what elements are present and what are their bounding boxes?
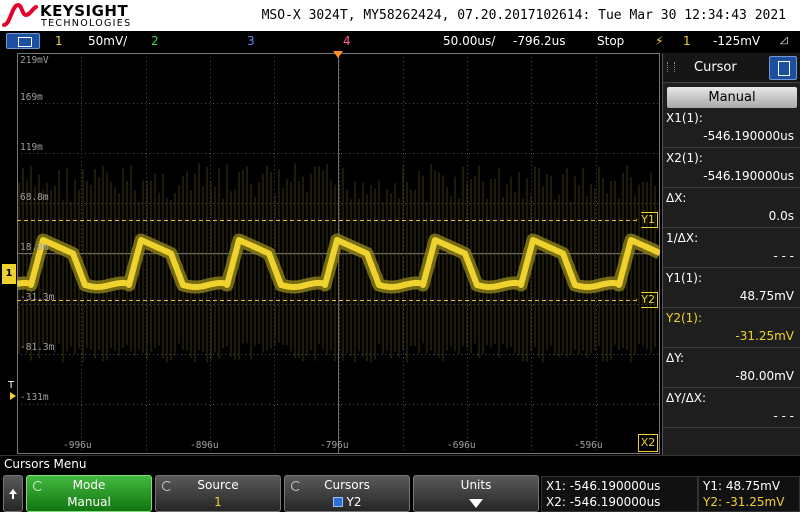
cursor-panel: Cursor Manual X1(1): -546.190000us X2(1)… <box>662 53 800 455</box>
x-tick-label: -996u <box>63 440 92 451</box>
delta-y-row: ΔY: -80.00mV <box>663 348 800 388</box>
submenu-arrow-icon <box>469 499 483 508</box>
delta-y-over-delta-x-row: ΔY/ΔX: - - - <box>663 388 800 428</box>
softkey-value: 1 <box>214 495 222 509</box>
readout-key: X2(1): <box>666 151 703 165</box>
cursors-softkey[interactable]: Cursors Y2 <box>284 475 410 512</box>
trigger-edge-icon: ⚡ <box>655 34 664 48</box>
readout-value: -546.190000us <box>703 169 794 183</box>
readout-key: X1(1): <box>666 111 703 125</box>
brand-subtitle: TECHNOLOGIES <box>41 18 132 29</box>
help-book-icon[interactable] <box>769 56 797 80</box>
keysight-wave-icon <box>2 2 38 27</box>
mode-softkey[interactable]: Mode Manual <box>26 475 152 512</box>
status-bar: 1 50mV/ 2 3 4 50.00us/ -796.2us Stop ⚡ 1… <box>0 31 800 51</box>
readout-value: 0.0s <box>768 209 794 223</box>
readout-key: ΔY/ΔX: <box>666 391 707 405</box>
checkbox-icon <box>332 497 343 507</box>
x2-cursor-tag[interactable]: X2 <box>638 434 658 452</box>
cursor-mode-button[interactable]: Manual <box>667 87 797 108</box>
trigger-position-icon <box>333 51 343 58</box>
ch3-number[interactable]: 3 <box>247 34 255 48</box>
y-tick-label: 18.8m <box>20 242 49 253</box>
x-tick-label: -796u <box>320 440 349 451</box>
cursor-panel-title: Cursor <box>694 60 737 75</box>
x2-readout-row: X2(1): -546.190000us <box>663 148 800 188</box>
softkey-bar: Cursors Menu Mode Manual Source 1 Cursor… <box>0 455 800 512</box>
readout-value: - - - <box>773 249 794 263</box>
x1-readout-row: X1(1): -546.190000us <box>663 108 800 148</box>
readout-key: Y2(1): <box>666 311 703 325</box>
softkey-value: Y2 <box>346 495 362 509</box>
ch4-number[interactable]: 4 <box>343 34 351 48</box>
y-tick-label: 119m <box>20 142 43 153</box>
readout-value: 48.75mV <box>739 289 794 303</box>
x1-readout: X1: -546.190000us <box>546 479 661 493</box>
drag-handle-icon[interactable] <box>667 62 675 72</box>
back-up-key[interactable] <box>3 475 23 512</box>
softkey-title: Source <box>197 478 239 492</box>
x-tick-label: -896u <box>190 440 219 451</box>
readout-value: -80.00mV <box>735 369 794 383</box>
delta-x-row: ΔX: 0.0s <box>663 188 800 228</box>
trigger-level-arrow-icon <box>10 392 16 400</box>
instrument-title: MSO-X 3024T, MY58262424, 07.20.201710261… <box>261 8 786 23</box>
ch1-number[interactable]: 1 <box>55 34 63 48</box>
y-tick-label: -131m <box>20 392 49 403</box>
source-softkey[interactable]: Source 1 <box>155 475 281 512</box>
x-tick-label: -596u <box>574 440 603 451</box>
softkey-title: Mode <box>72 478 106 492</box>
readout-value: -546.190000us <box>703 129 794 143</box>
softkey-title: Cursors <box>324 478 370 492</box>
keysight-logo: KEYSIGHT TECHNOLOGIES <box>2 1 130 29</box>
y-tick-label: 219mV <box>20 55 49 66</box>
readout-key: Y1(1): <box>666 271 703 285</box>
readout-key: ΔY: <box>666 351 684 365</box>
x2-readout: X2: -546.190000us <box>546 495 661 509</box>
readout-key: ΔX: <box>666 191 687 205</box>
cursor-panel-header: Cursor <box>663 53 800 83</box>
header-bar: KEYSIGHT TECHNOLOGIES MSO-X 3024T, MY582… <box>0 0 800 31</box>
main-menu-button[interactable] <box>6 33 40 49</box>
softkey-title: Units <box>460 478 492 492</box>
trigger-level[interactable]: -125mV <box>713 34 760 48</box>
y-tick-label: -31.3m <box>20 292 55 303</box>
softkey-value: Manual <box>67 495 111 509</box>
y-tick-label: 169m <box>20 92 43 103</box>
horizontal-delay[interactable]: -796.2us <box>513 34 566 48</box>
readout-key: 1/ΔX: <box>666 231 699 245</box>
cursor-x-readout: X1: -546.190000us X2: -546.190000us <box>541 476 698 512</box>
trigger-channel[interactable]: 1 <box>683 34 691 48</box>
menu-name: Cursors Menu <box>4 457 87 471</box>
units-softkey[interactable]: Units <box>413 475 539 512</box>
timebase-scale[interactable]: 50.00us/ <box>443 34 495 48</box>
readout-value: -31.25mV <box>735 329 794 343</box>
y2-readout: Y2: -31.25mV <box>703 495 785 509</box>
y-tick-label: -81.3m <box>20 342 55 353</box>
submenu-wrap <box>414 495 538 511</box>
inverse-delta-x-row: 1/ΔX: - - - <box>663 228 800 268</box>
readout-value: - - - <box>773 409 794 423</box>
ch2-number[interactable]: 2 <box>151 34 159 48</box>
y2-readout-row: Y2(1): -31.25mV <box>663 308 800 348</box>
ch1-ground-marker[interactable]: 1 <box>2 264 16 284</box>
x-tick-label: -696u <box>447 440 476 451</box>
y1-readout: Y1: 48.75mV <box>703 479 781 493</box>
waveform-display[interactable] <box>17 53 660 454</box>
y-tick-label: 68.8m <box>20 192 49 203</box>
run-state: Stop <box>597 34 625 48</box>
y1-readout-row: Y1(1): 48.75mV <box>663 268 800 308</box>
trigger-slope-icon: ◿ <box>780 35 788 46</box>
trigger-marker-icon: T <box>8 380 15 391</box>
softkey-value-wrap: Y2 <box>285 495 409 509</box>
graticule <box>17 53 660 454</box>
cursor-y-readout: Y1: 48.75mV Y2: -31.25mV <box>698 476 800 512</box>
ch1-scale[interactable]: 50mV/ <box>88 34 127 48</box>
